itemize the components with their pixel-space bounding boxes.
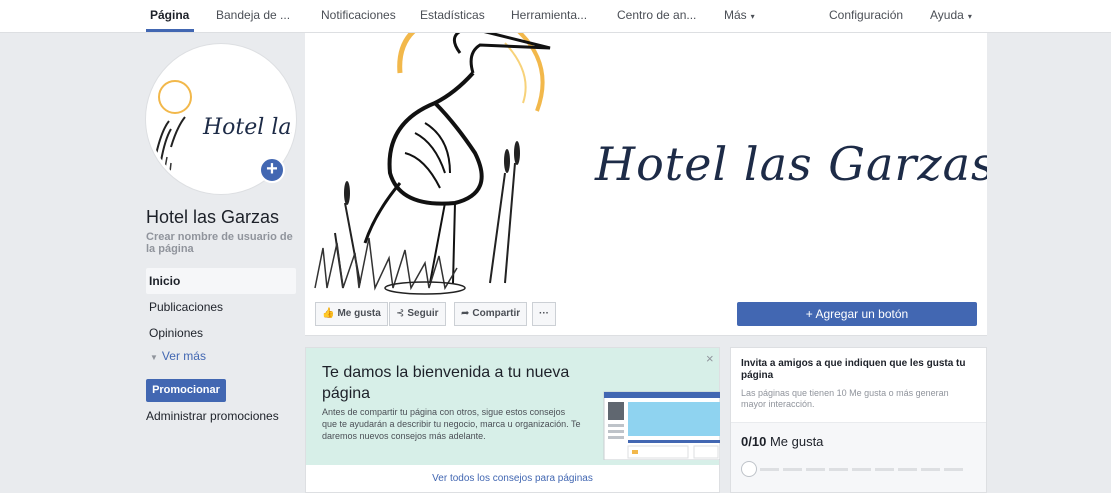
nav-tab-mas[interactable]: Más ▾ [724,8,755,22]
create-username-link[interactable]: Crear nombre de usuario de la página [146,231,296,255]
cover-photo[interactable]: Hotel las Garzas [305,33,987,296]
follow-button[interactable]: ⊰ Seguir [389,302,446,326]
thumbs-up-icon: 👍 [322,308,335,319]
likes-count: 0/10 Me gusta [741,434,823,449]
sidebar-item-opiniones[interactable]: Opiniones [146,320,296,346]
manage-promotions-link[interactable]: Administrar promociones [146,409,279,423]
nav-tab-ayuda[interactable]: Ayuda ▾ [930,8,972,22]
progress-segment [921,468,940,471]
page-title: Hotel las Garzas [146,207,280,227]
progress-segment [806,468,825,471]
progress-segment [852,468,871,471]
page-preview-illustration-icon [603,391,720,460]
like-button[interactable]: 👍 Me gusta [315,302,388,326]
invite-friends-card: Invita a amigos a que indiquen que les g… [730,347,987,493]
sidebar-nav: Inicio Publicaciones Opiniones [146,268,296,346]
likes-count-label: Me gusta [769,434,824,449]
like-button-label: Me gusta [337,308,381,319]
invite-title: Invita a amigos a que indiquen que les g… [741,358,966,381]
progress-segment [875,468,894,471]
see-more-label: Ver más [161,349,206,363]
progress-segment [783,468,802,471]
add-button-cta[interactable]: + Agregar un botón [737,302,977,326]
nav-tab-centro[interactable]: Centro de an... [617,8,696,22]
add-photo-button[interactable]: + [259,157,285,183]
follow-button-label: Seguir [407,308,439,319]
invite-subtitle: Las páginas que tienen 10 Me gusta o más… [741,388,949,409]
chevron-down-icon: ▾ [750,12,755,21]
close-icon[interactable]: × [706,351,714,366]
nav-tab-bandeja[interactable]: Bandeja de ... [216,8,290,22]
profile-picture-text: Hotel las ( [203,115,293,140]
top-nav: Página Bandeja de ... Notificaciones Est… [0,0,1111,33]
promote-button[interactable]: Promocionar [146,379,226,402]
progress-segment [760,468,779,471]
share-arrow-icon: ➦ [461,308,470,319]
nav-tab-configuracion[interactable]: Configuración [829,8,903,22]
nav-tab-ayuda-label: Ayuda [930,8,964,22]
nav-tab-herramientas[interactable]: Herramienta... [511,8,587,22]
likes-progress-panel: 0/10 Me gusta [731,422,986,492]
likes-count-value: 0/10 [741,434,767,449]
progress-segment [898,468,917,471]
see-more-link[interactable]: ▼ Ver más [150,349,206,363]
cover-title: Hotel las Garzas [595,137,987,191]
welcome-card: Te damos la bienvenida a tu nueva página… [305,347,720,493]
nav-tab-pagina[interactable]: Página [150,8,189,22]
progress-knob [741,461,757,477]
rss-icon: ⊰ [396,308,405,319]
progress-segment [829,468,848,471]
more-options-button[interactable]: ··· [532,302,556,326]
nav-tab-mas-label: Más [724,8,747,22]
sidebar-item-publicaciones[interactable]: Publicaciones [146,294,296,320]
progress-segment [944,468,963,471]
nav-tab-estadisticas[interactable]: Estadísticas [420,8,485,22]
welcome-title: Te damos la bienvenida a tu nueva página [322,364,570,402]
triangle-down-icon: ▼ [150,353,158,362]
chevron-down-icon: ▾ [967,12,972,21]
see-all-tips-link[interactable]: Ver todos los consejos para páginas [306,473,719,484]
share-button-label: Compartir [472,308,521,319]
nav-tab-notificaciones[interactable]: Notificaciones [321,8,396,22]
active-tab-indicator [146,29,194,32]
share-button[interactable]: ➦ Compartir [454,302,528,326]
welcome-description: Antes de compartir tu página con otros, … [322,407,581,441]
welcome-card-body: Te damos la bienvenida a tu nueva página… [306,348,720,465]
sidebar-item-inicio[interactable]: Inicio [146,268,296,294]
